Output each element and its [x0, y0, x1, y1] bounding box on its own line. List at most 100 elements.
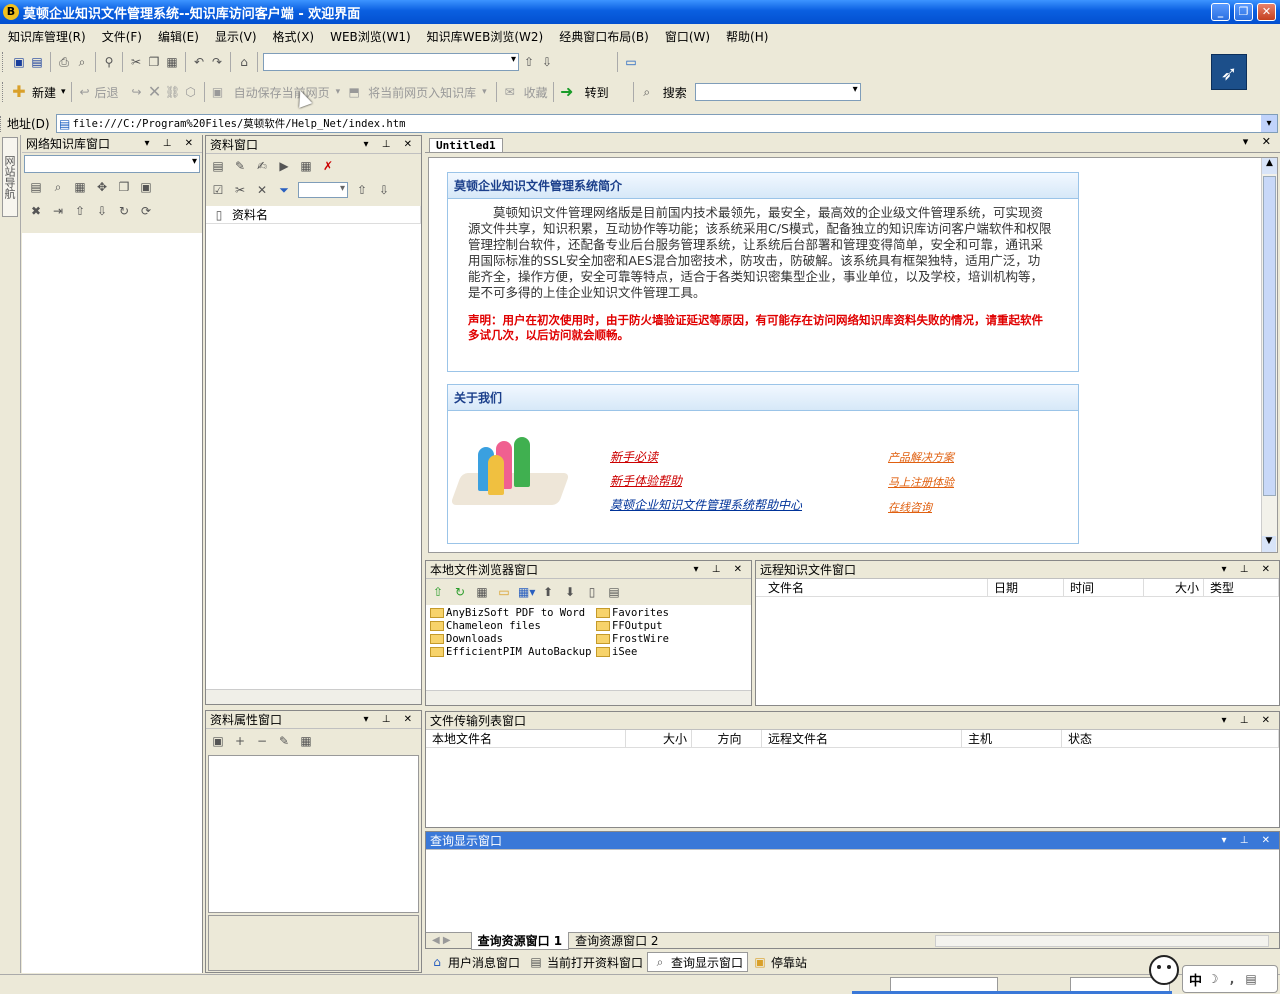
col-type[interactable]: 类型 [1204, 578, 1279, 597]
menu-help[interactable]: 帮助(H) [718, 28, 776, 45]
ime-toolbar[interactable]: 中 ☽, ▤ [1182, 965, 1278, 993]
doc-tab-controls[interactable]: ▾ ✕ [1243, 135, 1276, 148]
res-down-icon[interactable]: ⇩ [376, 182, 392, 198]
col-time[interactable]: 时间 [1064, 578, 1144, 597]
search-icon[interactable]: ⌕ [639, 84, 655, 100]
new-icon[interactable]: ✚ [11, 84, 27, 100]
kb-paste-icon[interactable]: ▣ [138, 179, 154, 195]
link-trial-help[interactable]: 新手体验帮助 [610, 474, 682, 488]
menu-edit[interactable]: 编辑(E) [150, 28, 207, 45]
link-solutions[interactable]: 产品解决方案 [888, 451, 954, 464]
res-cut-icon[interactable]: ✂ [232, 182, 248, 198]
col-direction[interactable]: 方向 [692, 729, 762, 748]
menu-format[interactable]: 格式(X) [265, 28, 323, 45]
link-online-consult[interactable]: 在线咨询 [888, 501, 932, 514]
props-save-icon[interactable]: ▣ [210, 733, 226, 749]
col-size[interactable]: 大小 [626, 729, 692, 748]
panel-controls[interactable]: ▾ ⊥ ✕ [1222, 835, 1275, 846]
resource-col-name[interactable]: 资料名 [226, 205, 421, 224]
open-folder-icon[interactable]: ▭ [496, 584, 512, 600]
folder-item[interactable]: Chameleon files [430, 620, 596, 632]
panel-controls[interactable]: ▾ ⊥ ✕ [364, 139, 417, 150]
panel-controls[interactable]: ▾ ⊥ ✕ [1222, 715, 1275, 726]
find-icon[interactable]: ⚲ [101, 54, 117, 70]
up-folder-icon[interactable]: ⇧ [430, 584, 446, 600]
kb-open-icon[interactable]: ▤ [28, 179, 44, 195]
import-page-icon[interactable]: ⬒ [346, 84, 362, 100]
kb-down-icon[interactable]: ⇩ [94, 203, 110, 219]
print-icon[interactable]: ⎙ [56, 54, 72, 70]
minimize-button[interactable]: _ [1211, 3, 1230, 21]
panel-controls[interactable]: ▾ ⊥ ✕ [694, 564, 747, 575]
panel-controls[interactable]: ▾ ⊥ ✕ [364, 714, 417, 725]
tab-user-messages[interactable]: ⌂ 用户消息窗口 [425, 954, 524, 971]
panel-controls[interactable]: ▾ ⊥ ✕ [145, 138, 198, 149]
menu-file[interactable]: 文件(F) [94, 28, 150, 45]
goto-icon[interactable]: ➜ [559, 84, 575, 100]
props-add-icon[interactable]: + [232, 733, 248, 749]
res-open-icon[interactable]: ▶ [276, 158, 292, 174]
kb-copy-icon[interactable]: ❐ [116, 179, 132, 195]
back-button[interactable]: 后退 [95, 84, 119, 101]
menu-classic-layout[interactable]: 经典窗口布局(B) [551, 28, 657, 45]
refresh-icon[interactable]: ↻ [452, 584, 468, 600]
link-icon[interactable]: ⛓ [165, 84, 181, 100]
folder-item[interactable]: FFOutput [596, 620, 746, 632]
kb-select[interactable] [24, 155, 200, 173]
copy-icon[interactable]: ❐ [146, 54, 162, 70]
tab-query-display[interactable]: ⌕ 查询显示窗口 [647, 952, 749, 972]
col-local-filename[interactable]: 本地文件名 [426, 729, 626, 748]
res-delete-icon[interactable]: ✕ [254, 182, 270, 198]
col-filename[interactable]: 文件名 [756, 578, 988, 597]
resource-hscrollbar[interactable] [206, 689, 421, 704]
lb-paste-icon[interactable]: ▦ [474, 584, 490, 600]
layout-icon[interactable]: ▭ [623, 54, 639, 70]
props-remove-icon[interactable]: − [254, 733, 270, 749]
kb-sync-icon[interactable]: ↻ [116, 203, 132, 219]
col-host[interactable]: 主机 [962, 729, 1062, 748]
query-hscrollbar[interactable] [934, 934, 1269, 947]
menu-kb-web-browse[interactable]: 知识库WEB浏览(W2) [419, 28, 552, 45]
menu-view[interactable]: 显示(V) [207, 28, 265, 45]
autosave-icon[interactable]: ▣ [210, 84, 226, 100]
query-tab-nav-icon[interactable]: ◀ ▶ [432, 935, 451, 946]
maximize-button[interactable]: ❐ [1234, 3, 1253, 21]
goto-button[interactable]: 转到 [585, 84, 609, 101]
search-input[interactable] [694, 83, 861, 101]
kb-move-icon[interactable]: ✥ [94, 179, 110, 195]
kb-up-icon[interactable]: ⇧ [72, 203, 88, 219]
forward-icon[interactable]: ↪ [129, 84, 145, 100]
res-up-icon[interactable]: ⇧ [354, 182, 370, 198]
punct-icon[interactable]: , [1224, 971, 1240, 987]
col-size[interactable]: 大小 [1144, 578, 1204, 597]
tab-untitled1[interactable]: Untitled1 [429, 138, 503, 152]
close-button[interactable]: ✕ [1257, 3, 1276, 21]
col-remote-filename[interactable]: 远程文件名 [762, 729, 962, 748]
kb-rename-icon[interactable]: ⇥ [50, 203, 66, 219]
save-icon[interactable]: ▣ [11, 54, 27, 70]
import-page-button[interactable]: 将当前网页入知识库 [368, 84, 476, 101]
web-vscrollbar[interactable]: ▲ ▼ [1261, 158, 1277, 552]
folder-item[interactable]: EfficientPIM AutoBackup [430, 646, 596, 658]
keyboard-icon[interactable]: ▤ [1243, 971, 1259, 987]
filter-icon[interactable]: ⏷ [276, 182, 292, 198]
folder-item[interactable]: Downloads [430, 633, 596, 645]
query-tab-2[interactable]: 查询资源窗口 2 [569, 932, 664, 949]
kb-delete-icon[interactable]: ✖ [28, 203, 44, 219]
link-help-center[interactable]: 莫顿企业知识文件管理系统帮助中心 [610, 498, 802, 512]
doc-props-icon[interactable]: ▤ [606, 584, 622, 600]
home-icon[interactable]: ⌂ [236, 54, 252, 70]
folder-item[interactable]: FrostWire [596, 633, 746, 645]
kb-props-icon[interactable]: ▦ [72, 179, 88, 195]
folder-item[interactable]: AnyBizSoft PDF to Word [430, 607, 596, 619]
res-check-icon[interactable]: ☑ [210, 182, 226, 198]
menu-window[interactable]: 窗口(W) [657, 28, 718, 45]
print-preview-icon[interactable]: ⌕ [74, 54, 90, 70]
undo-icon[interactable]: ↶ [191, 54, 207, 70]
folder-item[interactable]: iSee [596, 646, 746, 658]
favorites-icon[interactable]: ✉ [502, 84, 518, 100]
query-tab-1[interactable]: 查询资源窗口 1 [470, 931, 570, 950]
blank-doc-icon[interactable]: ▯ [584, 584, 600, 600]
local-hscrollbar[interactable] [426, 690, 751, 705]
new-button[interactable]: 新建 [32, 84, 56, 101]
